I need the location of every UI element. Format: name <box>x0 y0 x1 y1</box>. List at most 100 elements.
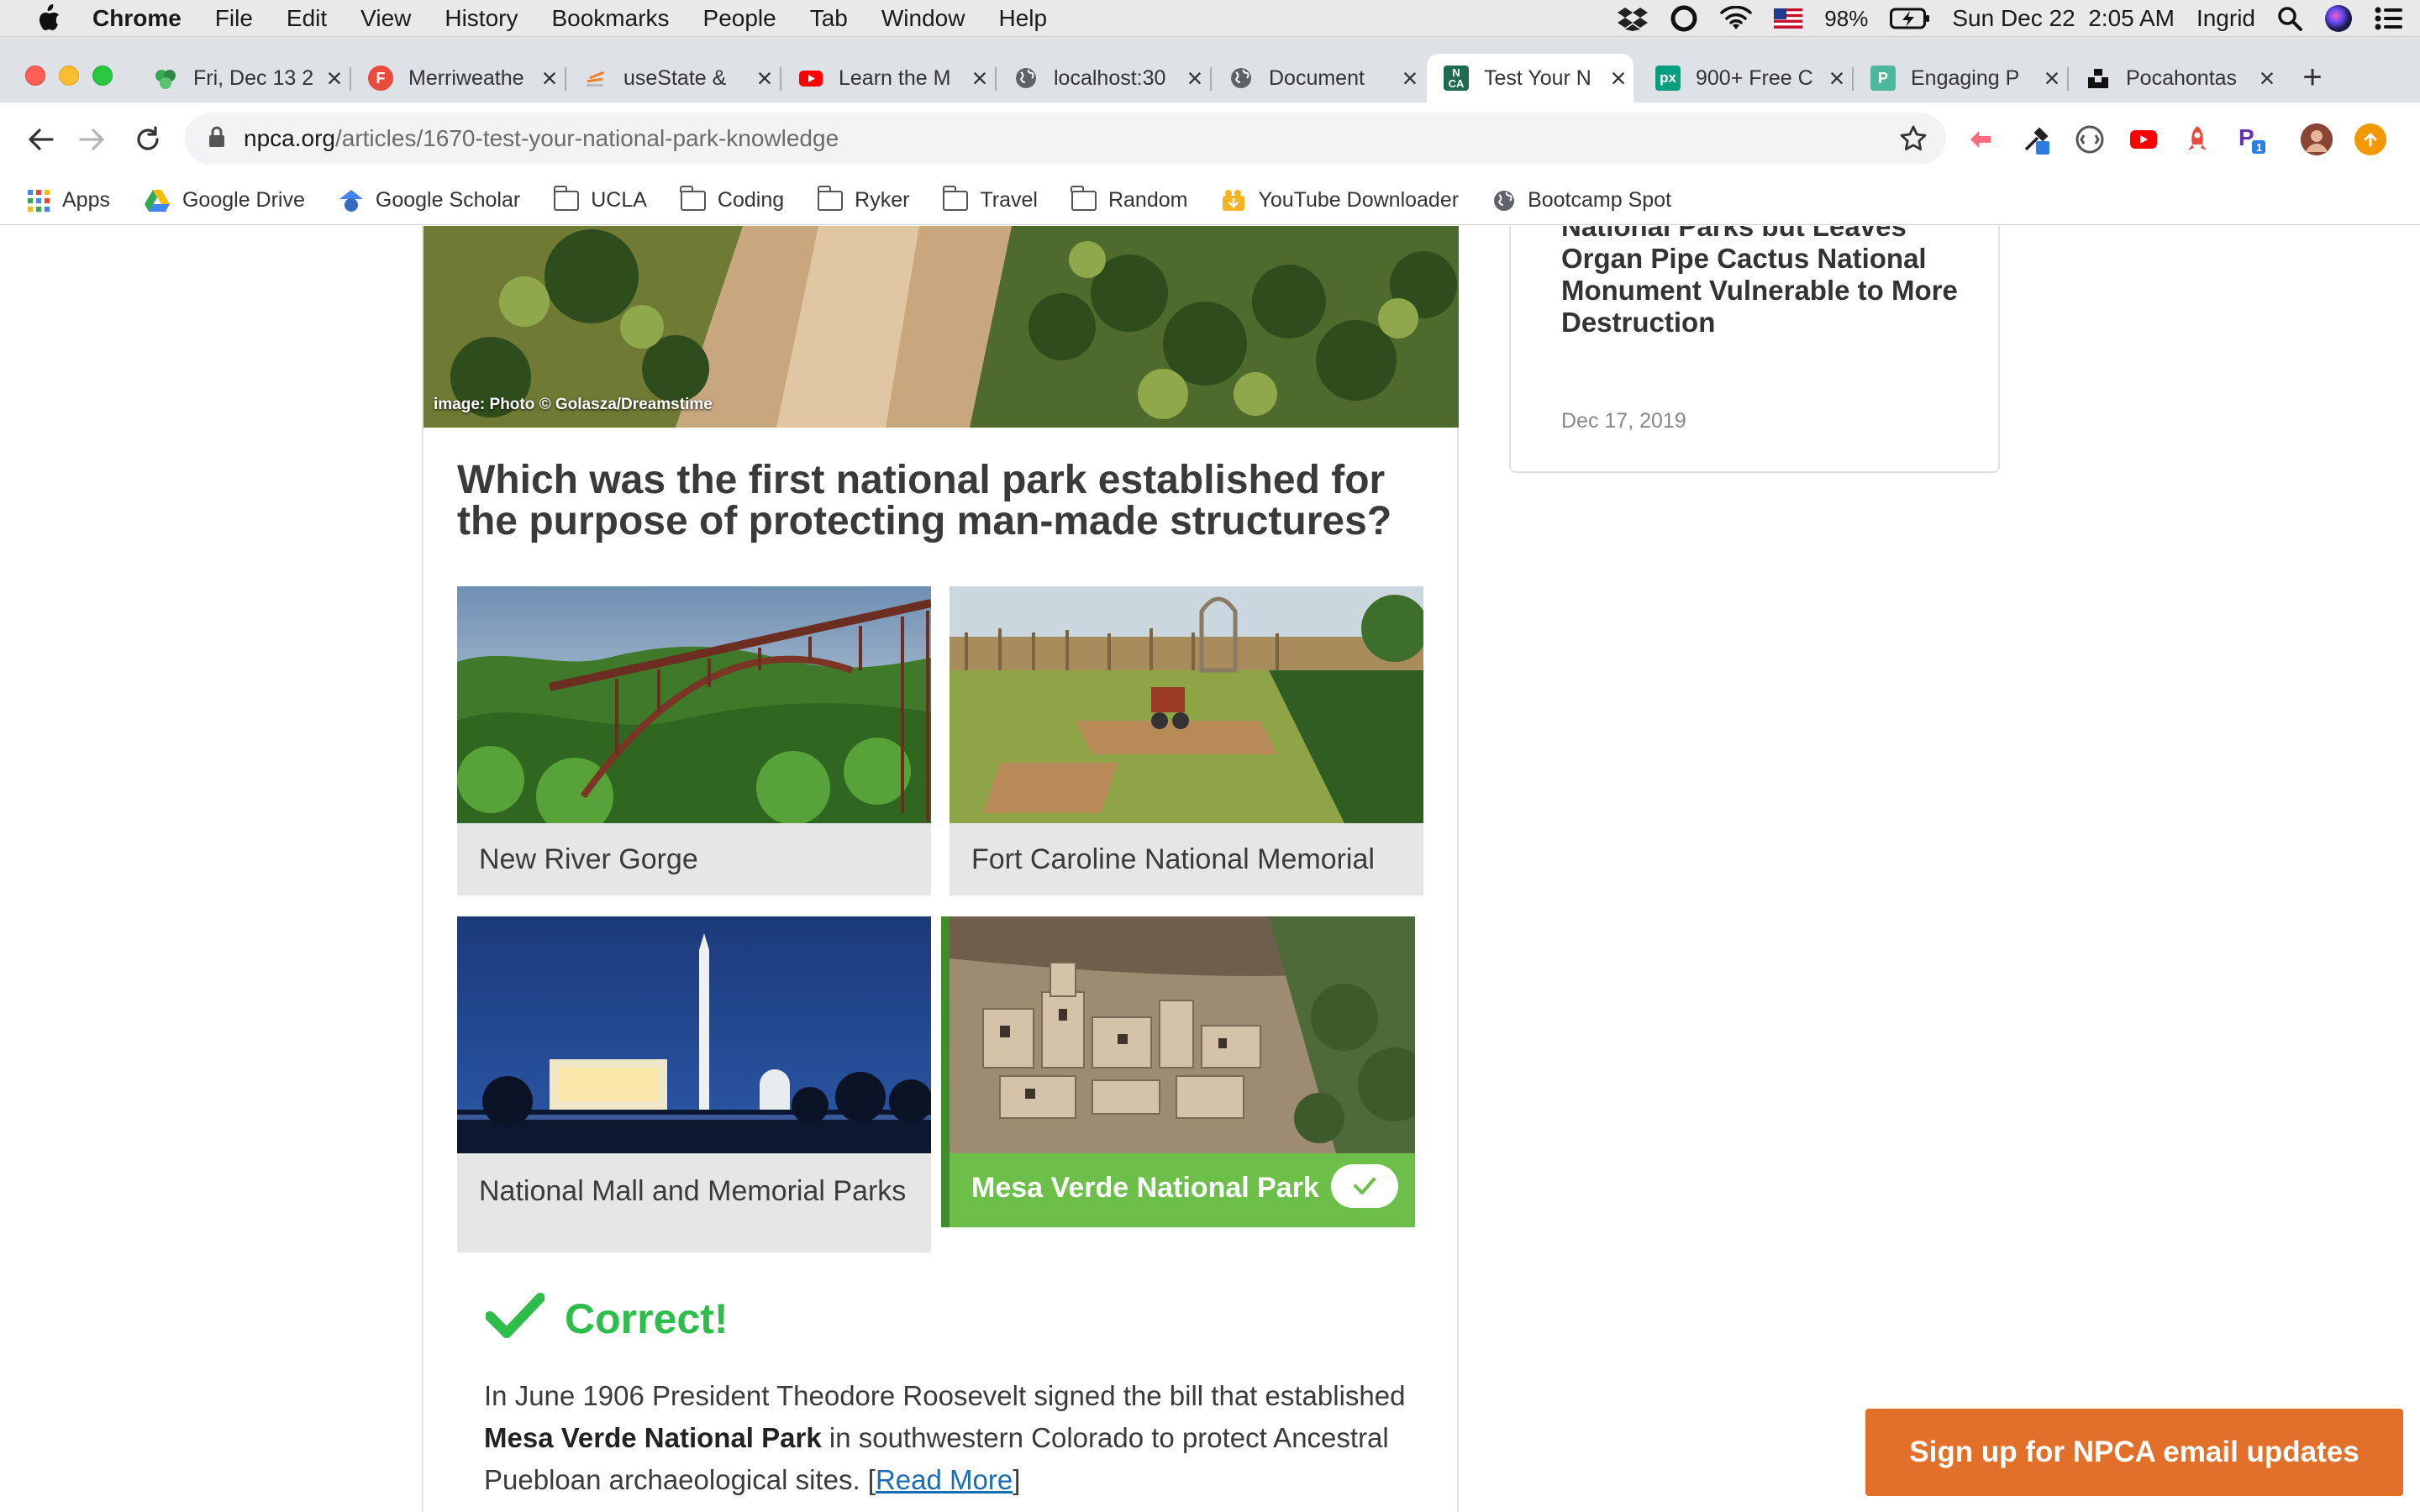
menu-app-name[interactable]: Chrome <box>92 5 182 32</box>
youtube-extension-icon[interactable] <box>2128 123 2160 155</box>
tab-close-icon[interactable]: × <box>534 63 565 94</box>
bookmark-google-scholar[interactable]: Google Scholar <box>339 188 520 213</box>
related-article-card[interactable]: National Parks but Leaves Organ Pipe Cac… <box>1509 226 2000 473</box>
bookmark-folder-travel[interactable]: Travel <box>942 185 1038 213</box>
related-article-headline[interactable]: National Parks but Leaves Organ Pipe Cac… <box>1561 226 1981 339</box>
globe-icon <box>1492 189 1516 213</box>
browser-tab-active[interactable]: N CA Test Your N × <box>1427 54 1634 102</box>
page-viewport: image: Photo © Golasza/Dreamstime Which … <box>0 226 2420 1512</box>
tab-close-icon[interactable]: × <box>1603 63 1634 94</box>
bookmark-apps[interactable]: Apps <box>27 188 110 213</box>
menu-help[interactable]: Help <box>998 5 1047 32</box>
bookmark-label: YouTube Downloader <box>1258 188 1460 212</box>
bookmark-folder-ryker[interactable]: Ryker <box>817 185 909 213</box>
url-text[interactable]: npca.org/articles/1670-test-your-nationa… <box>244 125 839 152</box>
react-devtools-icon[interactable] <box>2074 123 2106 155</box>
answer-option[interactable]: National Mall and Memorial Parks <box>457 916 931 1252</box>
menu-people[interactable]: People <box>703 5 776 32</box>
circle-app-icon[interactable] <box>1670 4 1698 33</box>
tab-close-icon[interactable]: × <box>1822 63 1852 94</box>
menu-file[interactable]: File <box>215 5 253 32</box>
menu-bookmarks[interactable]: Bookmarks <box>551 5 669 32</box>
p-badge-extension-icon[interactable]: P1 <box>2235 123 2267 155</box>
url-path: /articles/1670-test-your-national-park-k… <box>334 125 839 151</box>
browser-tab[interactable]: Fri, Dec 13 2 × <box>136 54 350 102</box>
us-flag-icon[interactable] <box>1774 8 1803 29</box>
folder-icon <box>942 185 969 211</box>
spotlight-search-icon[interactable] <box>2277 6 2302 31</box>
browser-tab[interactable]: px 900+ Free C × <box>1639 54 1852 102</box>
address-bar[interactable]: npca.org/articles/1670-test-your-nationa… <box>185 113 1946 165</box>
menu-tab[interactable]: Tab <box>810 5 848 32</box>
bookmark-label: Google Scholar <box>375 188 521 212</box>
bookmark-folder-ucla[interactable]: UCLA <box>553 185 647 213</box>
answer-option[interactable]: New River Gorge <box>457 586 931 895</box>
back-arrow-icon[interactable] <box>22 121 59 158</box>
notification-center-icon[interactable] <box>2375 7 2403 30</box>
wifi-icon[interactable] <box>1720 6 1753 31</box>
tab-close-icon[interactable]: × <box>2252 63 2282 94</box>
battery-percent: 98% <box>1824 5 1869 31</box>
eyedropper-extension-icon[interactable] <box>2020 123 2052 155</box>
menu-history[interactable]: History <box>445 5 518 32</box>
window-maximize-button[interactable] <box>92 66 113 86</box>
menu-view[interactable]: View <box>360 5 411 32</box>
tab-close-icon[interactable]: × <box>750 63 780 94</box>
tab-title: Learn the M <box>839 66 951 90</box>
quiz-question: Which was the first national park establ… <box>457 458 1392 543</box>
tab-close-icon[interactable]: × <box>1395 63 1425 94</box>
new-tab-button[interactable]: + <box>2294 59 2331 96</box>
menu-edit[interactable]: Edit <box>287 5 327 32</box>
update-orange-icon[interactable] <box>2354 123 2386 155</box>
tab-title: Merriweathe <box>408 66 524 90</box>
email-signup-button[interactable]: Sign up for NPCA email updates <box>1865 1409 2403 1496</box>
tab-close-icon[interactable]: × <box>319 63 350 94</box>
bookmark-youtube-downloader[interactable]: YouTube Downloader <box>1221 188 1459 213</box>
answer-option-correct[interactable]: Mesa Verde National Park <box>941 916 1415 1227</box>
tab-close-icon[interactable]: × <box>965 63 995 94</box>
browser-tab[interactable]: Pocahontas × <box>2069 54 2282 102</box>
url-host: npca.org <box>244 125 335 151</box>
bookmark-label: Bootcamp Spot <box>1528 188 1672 212</box>
bookmark-star-icon[interactable] <box>1899 124 1928 157</box>
answer-photo-bridge <box>457 586 931 823</box>
answer-explanation: In June 1906 President Theodore Roosevel… <box>484 1375 1425 1501</box>
avatar[interactable] <box>2301 123 2333 155</box>
bookmark-folder-random[interactable]: Random <box>1071 185 1187 213</box>
dropbox-icon[interactable] <box>1618 6 1649 31</box>
explanation-park-name: Mesa Verde National Park <box>484 1422 822 1453</box>
siri-icon[interactable] <box>2324 4 2353 33</box>
browser-tab[interactable]: F Merriweathe × <box>351 54 565 102</box>
apple-icon[interactable] <box>32 3 66 33</box>
f-letter-icon: F <box>368 66 393 91</box>
browser-tab[interactable]: Learn the M × <box>781 54 995 102</box>
bookmark-google-drive[interactable]: Google Drive <box>144 188 305 213</box>
forward-arrow-icon[interactable] <box>74 121 111 158</box>
tab-close-icon[interactable]: × <box>1180 63 1210 94</box>
macos-menubar: Chrome File Edit View History Bookmarks … <box>0 0 2420 37</box>
answer-option[interactable]: Fort Caroline National Memorial <box>950 586 1423 895</box>
window-minimize-button[interactable] <box>59 66 79 86</box>
tab-title: Pocahontas <box>2126 66 2238 90</box>
battery-charging-icon[interactable] <box>1890 8 1930 29</box>
browser-tab[interactable]: localhost:30 × <box>997 54 1210 102</box>
svg-text:P: P <box>2238 124 2254 150</box>
reload-icon[interactable] <box>129 121 166 158</box>
browser-tab[interactable]: P Engaging P × <box>1854 54 2067 102</box>
answer-label: National Mall and Memorial Parks <box>479 1175 907 1207</box>
screencast-extension-icon[interactable] <box>1966 123 1998 155</box>
read-more-link[interactable]: Read More <box>876 1464 1013 1495</box>
stack-icon <box>583 66 608 91</box>
bookmark-folder-coding[interactable]: Coding <box>680 185 784 213</box>
browser-tab[interactable]: Document × <box>1212 54 1425 102</box>
browser-tab[interactable]: useState & × <box>566 54 780 102</box>
menubar-user[interactable]: Ingrid <box>2196 5 2255 32</box>
bookmark-bootcamp-spot[interactable]: Bootcamp Spot <box>1492 188 1671 213</box>
lock-icon[interactable] <box>208 126 225 152</box>
window-close-button[interactable] <box>25 66 45 86</box>
menu-window[interactable]: Window <box>881 5 965 32</box>
rocket-extension-icon[interactable] <box>2181 123 2213 155</box>
green-circles-icon <box>153 66 178 91</box>
tab-close-icon[interactable]: × <box>2037 63 2067 94</box>
menubar-clock[interactable]: Sun Dec 22 2:05 AM <box>1952 5 2175 32</box>
